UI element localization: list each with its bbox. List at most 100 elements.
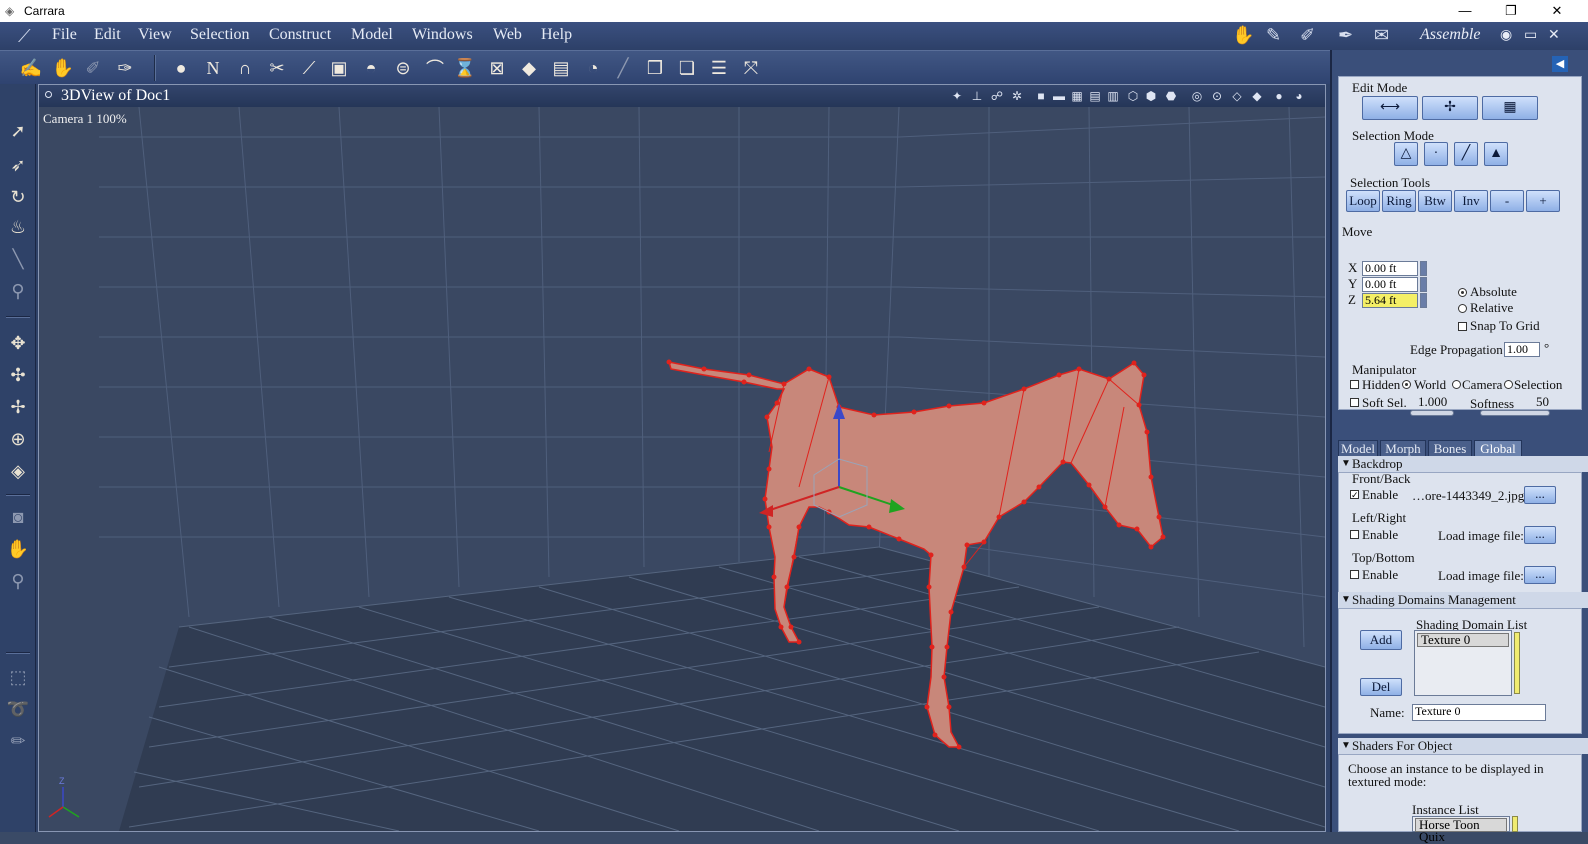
edit-mode-mesh-icon[interactable]: ▦ <box>1482 96 1538 120</box>
solid-cube-icon[interactable]: ◆ <box>1249 88 1265 104</box>
close-button[interactable]: ✕ <box>1534 0 1580 22</box>
ring-button[interactable]: Ring <box>1382 190 1416 212</box>
shade-ball-icon[interactable]: ◔ <box>580 55 606 81</box>
loop-button[interactable]: Loop <box>1346 190 1380 212</box>
menu-construct[interactable]: Construct <box>269 26 331 44</box>
pan-hand-icon[interactable]: ✋ <box>5 536 31 562</box>
domain-name-field[interactable]: Texture 0 <box>1412 704 1546 721</box>
magnet-icon[interactable]: ∩ <box>232 55 258 81</box>
add-domain-button[interactable]: Add <box>1360 630 1402 650</box>
scissors-icon[interactable]: ✂ <box>264 55 290 81</box>
relative-radio[interactable] <box>1458 304 1467 313</box>
top-browse-button[interactable]: ... <box>1524 566 1556 584</box>
boolean-icon[interactable]: ⊠ <box>484 55 510 81</box>
left-enable-checkbox[interactable] <box>1350 530 1359 539</box>
sphere-primitive-icon[interactable]: ● <box>168 55 194 81</box>
bevel-icon[interactable]: ❏ <box>674 55 700 81</box>
taper-icon[interactable]: ⌛ <box>452 55 478 81</box>
viewport-menu-dot[interactable] <box>45 91 52 98</box>
flat-shade-icon[interactable]: ⬣ <box>1163 88 1179 104</box>
extrude-icon[interactable]: ❒ <box>642 55 668 81</box>
shrink-selection-button[interactable]: - <box>1490 190 1524 212</box>
left-browse-button[interactable]: ... <box>1524 526 1556 544</box>
soft-sel-checkbox[interactable] <box>1350 398 1359 407</box>
select-polygon-icon[interactable]: △ <box>1394 142 1418 166</box>
x-field[interactable]: 0.00 ft <box>1362 261 1418 276</box>
between-button[interactable]: Btw <box>1418 190 1452 212</box>
lathe-icon[interactable]: ⊜ <box>390 55 416 81</box>
softness-slider[interactable] <box>1480 410 1550 416</box>
shading-domain-scrollbar[interactable] <box>1514 632 1520 694</box>
edge-propagation-field[interactable]: 1.00 <box>1504 342 1540 357</box>
camera-view-icon[interactable]: ☍ <box>989 88 1005 104</box>
axis-icon[interactable]: ⊥ <box>969 88 985 104</box>
move-horizontal-icon[interactable]: ✢ <box>5 394 31 420</box>
shaders-section-header[interactable]: ▼ Shaders For Object <box>1338 738 1588 754</box>
eye-icon[interactable]: ◉ <box>1500 27 1512 44</box>
rotate-tool-icon[interactable]: ↻ <box>5 184 31 210</box>
z-spinner[interactable] <box>1420 293 1427 308</box>
menu-model[interactable]: Model <box>351 26 393 44</box>
instance-item[interactable]: Horse Toon Quix <box>1415 818 1507 843</box>
top-enable-checkbox[interactable] <box>1350 570 1359 579</box>
four-view-icon[interactable]: ▦ <box>1069 88 1085 104</box>
shaded-sphere-icon[interactable]: ● <box>1271 88 1287 104</box>
camera-radio[interactable] <box>1452 380 1461 389</box>
menu-windows[interactable]: Windows <box>412 26 473 44</box>
select-edge-icon[interactable]: ╱ <box>1454 142 1478 166</box>
box-open-icon[interactable]: ▤ <box>548 55 574 81</box>
shading-domains-section-header[interactable]: ▼ Shading Domains Management <box>1338 592 1588 608</box>
invert-button[interactable]: Inv <box>1454 190 1488 212</box>
delete-domain-button[interactable]: Del <box>1360 678 1402 696</box>
vertex-view-icon[interactable]: ⊙ <box>1209 88 1225 104</box>
scene-canvas[interactable]: Z <box>39 107 1325 831</box>
room-storyboard-icon[interactable]: ✐ <box>1300 25 1315 46</box>
move-planar-icon[interactable]: ✣ <box>5 362 31 388</box>
dome-icon[interactable]: ◓ <box>358 55 384 81</box>
grab-hand-icon[interactable]: ✋ <box>50 55 76 81</box>
render-brush-icon[interactable]: ✑ <box>112 55 138 81</box>
room-texture-icon[interactable]: ✒ <box>1338 25 1353 46</box>
bbox-icon[interactable]: ◎ <box>1189 88 1205 104</box>
soft-sel-slider[interactable] <box>1410 410 1454 416</box>
y-spinner[interactable] <box>1420 277 1427 292</box>
selection-radio[interactable] <box>1504 380 1513 389</box>
carrara-logo-icon[interactable]: ⟋ <box>18 26 40 46</box>
light-icon[interactable]: ✦ <box>949 88 965 104</box>
wire-box-icon[interactable]: ⬡ <box>1125 88 1141 104</box>
menu-view[interactable]: View <box>138 26 172 44</box>
instance-list[interactable]: Horse Toon Quix <box>1412 816 1510 843</box>
textured-sphere-icon[interactable]: ◕ <box>1291 88 1307 104</box>
grid-view-icon[interactable]: ▥ <box>1105 88 1121 104</box>
front-enable-checkbox[interactable]: ✓ <box>1350 490 1359 500</box>
instance-list-scrollbar[interactable] <box>1512 816 1518 832</box>
hidden-line-icon[interactable]: ⬢ <box>1143 88 1159 104</box>
spline-tool-icon[interactable]: N <box>200 55 226 81</box>
menu-edit[interactable]: Edit <box>94 26 121 44</box>
arrow-select-icon[interactable]: ➚ <box>5 118 31 144</box>
direct-select-icon[interactable]: ➶ <box>5 152 31 178</box>
wireframe-cube-icon[interactable]: ◇ <box>1229 88 1245 104</box>
minimize-button[interactable]: — <box>1442 0 1488 22</box>
restore-doc-icon[interactable]: ▭ <box>1524 27 1537 44</box>
room-model-icon[interactable]: ✎ <box>1266 25 1281 46</box>
x-spinner[interactable] <box>1420 261 1427 276</box>
world-radio[interactable] <box>1402 380 1411 389</box>
room-render-icon[interactable]: ✉ <box>1374 25 1389 46</box>
move-vertical-icon[interactable]: ✥ <box>5 330 31 356</box>
menu-help[interactable]: Help <box>541 26 572 44</box>
vertex-tool-icon[interactable]: ⟋ <box>296 55 322 81</box>
hidden-checkbox[interactable] <box>1350 380 1359 389</box>
twist-tool-icon[interactable]: ♨ <box>5 214 31 240</box>
lasso-icon[interactable]: ➰ <box>5 696 31 722</box>
room-assemble-icon[interactable]: ✋ <box>1232 25 1254 46</box>
shading-domain-list[interactable]: Texture 0 <box>1414 630 1512 696</box>
align-icon[interactable]: ☰ <box>706 55 732 81</box>
z-field[interactable]: 5.64 ft <box>1362 293 1418 308</box>
y-field[interactable]: 0.00 ft <box>1362 277 1418 292</box>
universal-move-icon[interactable]: ⊕ <box>5 426 31 452</box>
backdrop-section-header[interactable]: ▼ Backdrop <box>1338 456 1588 472</box>
shading-domain-item[interactable]: Texture 0 <box>1417 633 1509 647</box>
paint-select-icon[interactable]: ✏ <box>5 728 31 754</box>
select-face-icon[interactable]: ▲ <box>1484 142 1508 166</box>
